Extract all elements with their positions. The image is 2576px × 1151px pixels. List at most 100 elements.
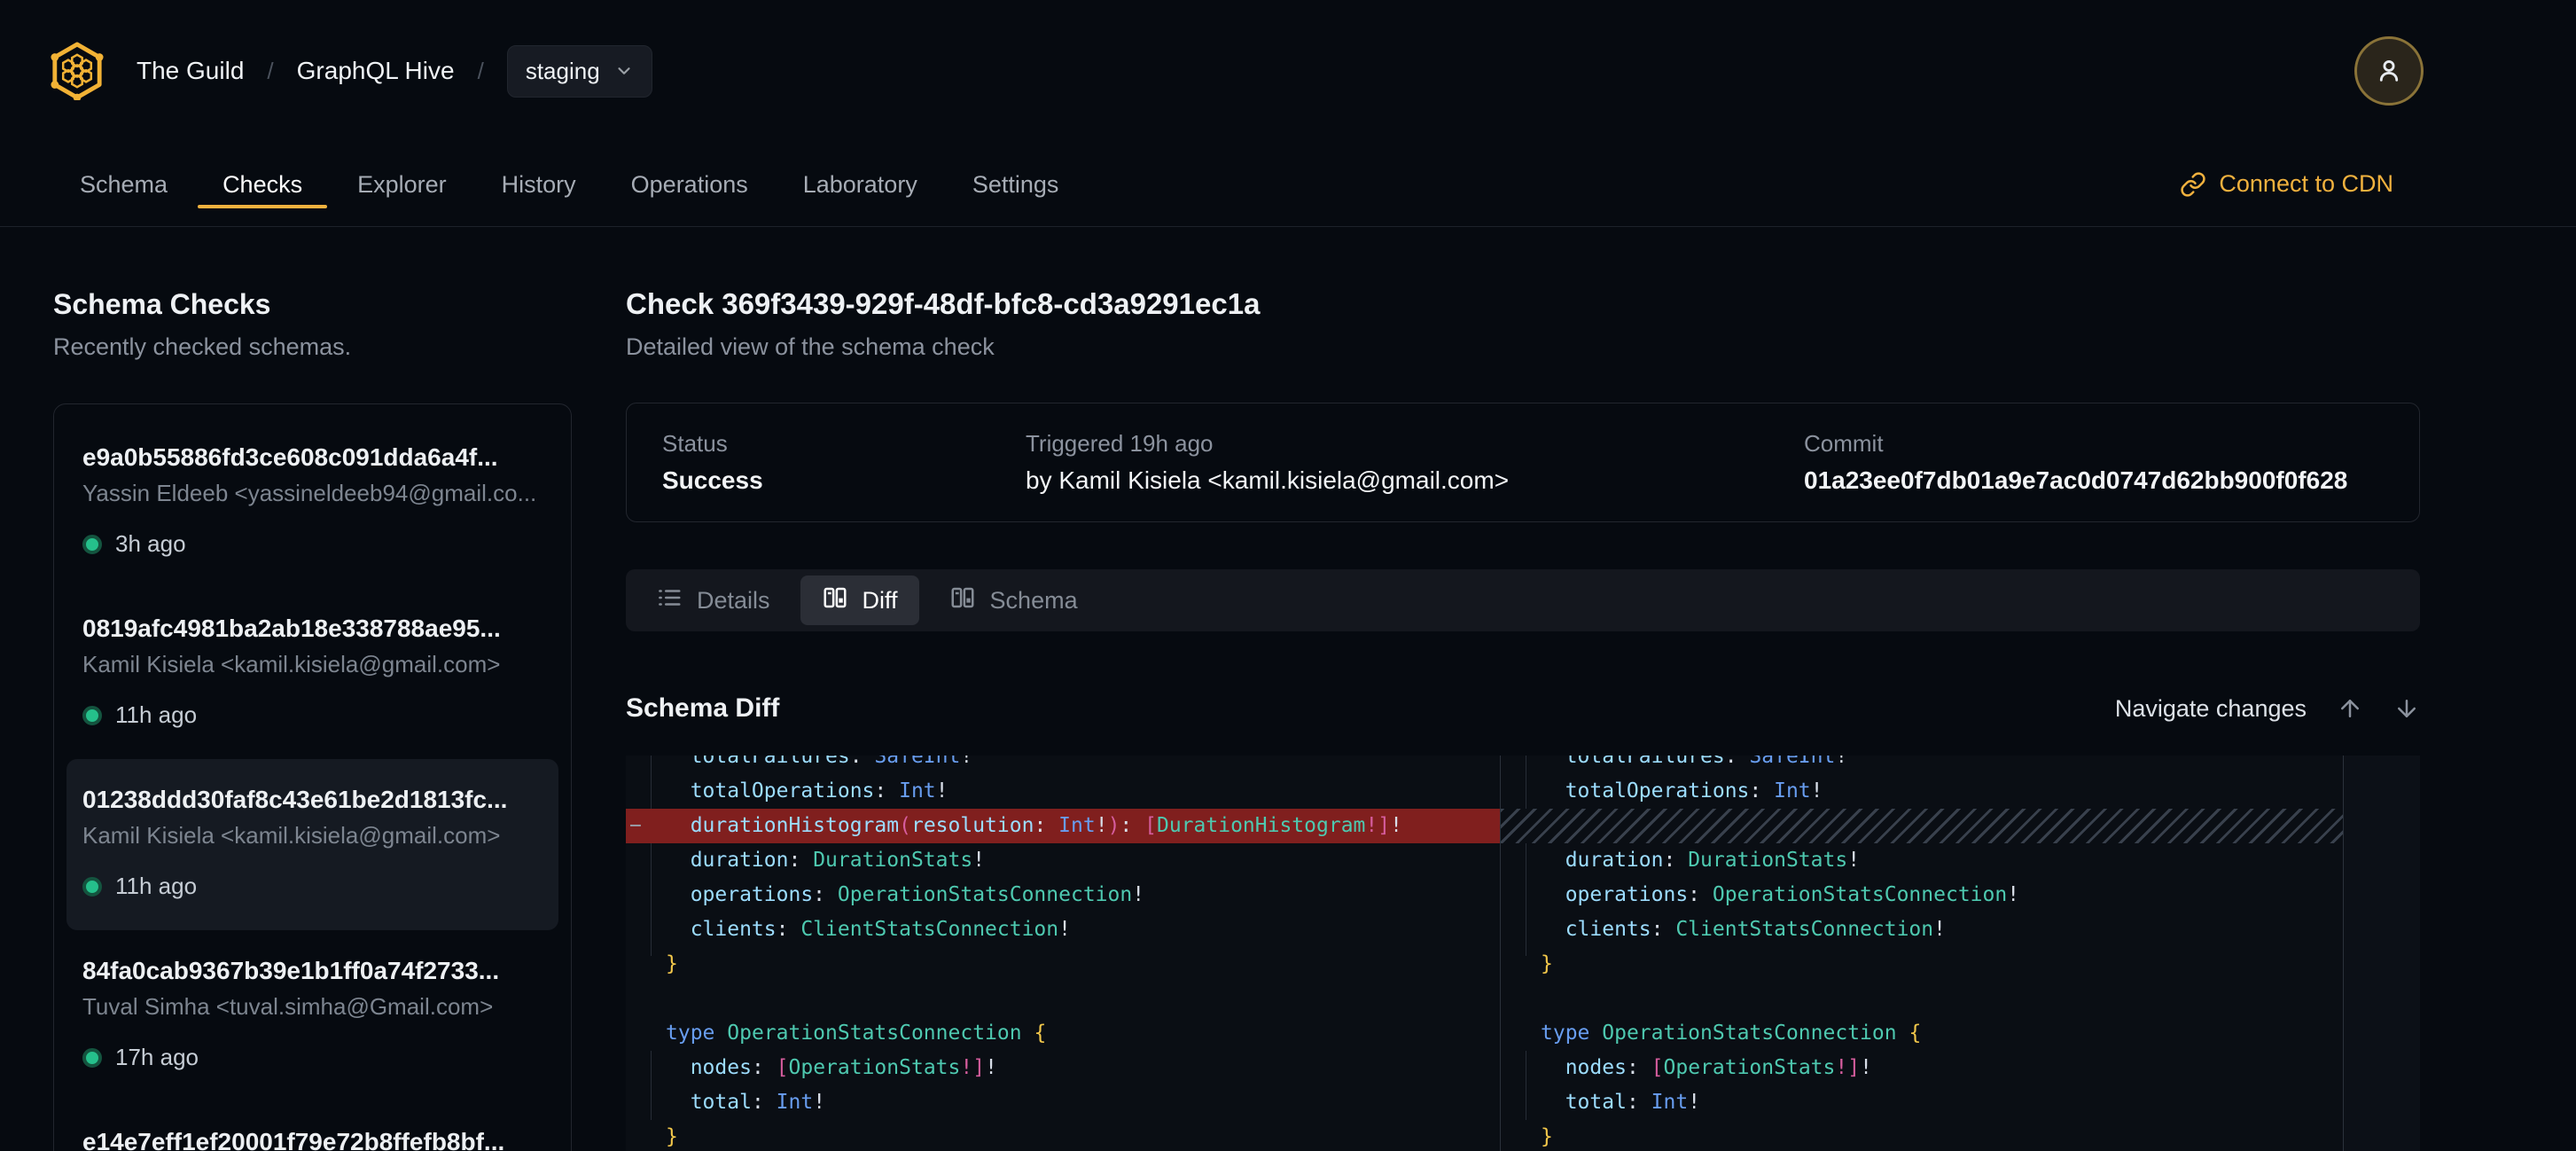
check-id: 84fa0cab9367b39e1b1ff0a74f2733... <box>82 957 543 985</box>
diff-line: totalFailures: SafeInt! <box>1501 756 2343 774</box>
columns-icon <box>949 584 976 617</box>
link-icon <box>2180 171 2206 198</box>
breadcrumb-project[interactable]: GraphQL Hive <box>297 57 455 85</box>
commit-value: 01a23ee0f7db01a9e7ac0d0747d62bb900f0f628 <box>1804 466 2384 495</box>
diff-line: } <box>1501 947 2343 982</box>
top-bar: The Guild / GraphQL Hive / staging <box>0 0 2576 142</box>
status-dot-icon <box>82 706 102 725</box>
view-tab-diff[interactable]: Diff <box>800 576 919 625</box>
checks-list: e9a0b55886fd3ce608c091dda6a4f... Yassin … <box>53 403 572 1151</box>
previous-change-button[interactable] <box>2337 695 2363 722</box>
check-meta: 3h ago <box>82 530 543 558</box>
schema-check-list-item[interactable]: 01238ddd30faf8c43e61be2d1813fc... Kamil … <box>66 759 558 930</box>
page-subtitle: Detailed view of the schema check <box>626 333 2420 361</box>
check-author: Yassin Eldeeb <yassineldeeb94@gmail.co..… <box>82 480 543 507</box>
code-after-area: totalFailures: SafeInt! totalOperations:… <box>1501 756 2343 1151</box>
triggered-label: Triggered 19h ago <box>1026 430 1804 458</box>
schema-diff-header: Schema Diff Navigate changes <box>626 691 2420 726</box>
diff-line: } <box>626 947 1500 982</box>
page-title: Check 369f3439-929f-48df-bfc8-cd3a9291ec… <box>626 287 2420 321</box>
arrow-down-icon <box>2393 695 2420 722</box>
status-dot-icon <box>82 1048 102 1068</box>
target-selector-value: staging <box>526 58 600 85</box>
status-label: Status <box>662 430 1026 458</box>
triggered-value: by Kamil Kisiela <kamil.kisiela@gmail.co… <box>1026 466 1804 495</box>
schema-check-list-item[interactable]: e14e7eff1ef20001f79e72b8ffefb8bf... <box>66 1101 558 1151</box>
diff-line: duration: DurationStats! <box>1501 843 2343 878</box>
diff-line: type OperationStatsConnection { <box>626 1016 1500 1051</box>
user-avatar-button[interactable] <box>2354 36 2424 106</box>
diff-pane-before: totalFailures: SafeInt! totalOperations:… <box>626 756 1501 1151</box>
schema-checks-sidebar: Schema Checks Recently checked schemas. … <box>53 287 572 1151</box>
commit-label: Commit <box>1804 430 2384 458</box>
columns-icon <box>822 584 848 617</box>
check-id: e9a0b55886fd3ce608c091dda6a4f... <box>82 443 543 472</box>
diff-line: clients: ClientStatsConnection! <box>1501 912 2343 947</box>
arrow-up-icon <box>2337 695 2363 722</box>
diff-line: nodes: [OperationStats!]! <box>626 1051 1500 1085</box>
navigate-changes-label: Navigate changes <box>2115 695 2307 723</box>
nav-tab-explorer[interactable]: Explorer <box>357 171 447 198</box>
nav-tab-schema[interactable]: Schema <box>80 171 168 198</box>
nav-tab-checks[interactable]: Checks <box>222 171 302 198</box>
connect-to-cdn-link[interactable]: Connect to CDN <box>2180 170 2393 198</box>
status-column: Status Success <box>662 430 1026 495</box>
diff-line: totalOperations: Int! <box>626 774 1500 809</box>
code-before: totalFailures: SafeInt! totalOperations:… <box>626 756 1500 1151</box>
user-icon <box>2372 54 2406 88</box>
check-time: 3h ago <box>115 530 186 558</box>
hive-logo-icon[interactable] <box>50 42 105 100</box>
schema-check-list-item[interactable]: 0819afc4981ba2ab18e338788ae95... Kamil K… <box>66 588 558 759</box>
main-nav: Schema Checks Explorer History Operations Lab… <box>0 142 2576 227</box>
diff-line: totalOperations: Int! <box>1501 774 2343 809</box>
diff-line: } <box>1501 1120 2343 1151</box>
view-tab-schema[interactable]: Schema <box>928 576 1099 625</box>
view-tab-details[interactable]: Details <box>635 576 792 625</box>
nav-tab-operations[interactable]: Operations <box>631 171 748 198</box>
diff-line: operations: OperationStatsConnection! <box>1501 878 2343 912</box>
check-id: 0819afc4981ba2ab18e338788ae95... <box>82 615 543 643</box>
diff-line: duration: DurationStats! <box>626 843 1500 878</box>
schema-check-list-item[interactable]: 84fa0cab9367b39e1b1ff0a74f2733... Tuval … <box>66 930 558 1101</box>
diff-overview-ruler[interactable] <box>2343 756 2420 1151</box>
content: Schema Checks Recently checked schemas. … <box>0 227 2576 1151</box>
check-time: 11h ago <box>115 701 197 729</box>
diff-line: nodes: [OperationStats!]! <box>1501 1051 2343 1085</box>
target-selector[interactable]: staging <box>507 45 652 98</box>
diff-line <box>1501 809 2343 843</box>
nav-tab-history[interactable]: History <box>502 171 576 198</box>
view-tab-label: Details <box>697 587 770 615</box>
check-id: 01238ddd30faf8c43e61be2d1813fc... <box>82 786 543 814</box>
check-meta: 11h ago <box>82 701 543 729</box>
status-value: Success <box>662 466 1026 495</box>
check-summary-card: Status Success Triggered 19h ago by Kami… <box>626 403 2420 522</box>
code-after: totalFailures: SafeInt! totalOperations:… <box>1501 756 2343 1151</box>
check-author: Kamil Kisiela <kamil.kisiela@gmail.com> <box>82 822 543 850</box>
nav-tab-settings[interactable]: Settings <box>972 171 1059 198</box>
check-meta: 11h ago <box>82 873 543 900</box>
triggered-column: Triggered 19h ago by Kamil Kisiela <kami… <box>1026 430 1804 495</box>
view-tab-label: Schema <box>990 587 1078 615</box>
breadcrumb-separator: / <box>478 58 484 85</box>
next-change-button[interactable] <box>2393 695 2420 722</box>
schema-diff-viewer[interactable]: totalFailures: SafeInt! totalOperations:… <box>626 756 2420 1151</box>
diff-line: totalFailures: SafeInt! <box>626 756 1500 774</box>
status-dot-icon <box>82 877 102 897</box>
check-id: e14e7eff1ef20001f79e72b8ffefb8bf... <box>82 1128 543 1151</box>
breadcrumb: The Guild / GraphQL Hive / staging <box>137 45 652 98</box>
check-author: Kamil Kisiela <kamil.kisiela@gmail.com> <box>82 651 543 678</box>
diff-line: type OperationStatsConnection { <box>1501 1016 2343 1051</box>
status-dot-icon <box>82 535 102 554</box>
view-tab-label: Diff <box>863 587 898 615</box>
check-detail: Check 369f3439-929f-48df-bfc8-cd3a9291ec… <box>626 287 2420 1151</box>
breadcrumb-org[interactable]: The Guild <box>137 57 244 85</box>
check-author: Tuval Simha <tuval.simha@Gmail.com> <box>82 993 543 1021</box>
diff-line: } <box>626 1120 1500 1151</box>
diff-line <box>626 982 1500 1016</box>
diff-line: total: Int! <box>626 1085 1500 1120</box>
nav-tabs: Schema Checks Explorer History Operations Lab… <box>80 171 1058 198</box>
commit-column: Commit 01a23ee0f7db01a9e7ac0d0747d62bb90… <box>1804 430 2384 495</box>
diff-line: total: Int! <box>1501 1085 2343 1120</box>
nav-tab-laboratory[interactable]: Laboratory <box>803 171 917 198</box>
schema-check-list-item[interactable]: e9a0b55886fd3ce608c091dda6a4f... Yassin … <box>66 417 558 588</box>
